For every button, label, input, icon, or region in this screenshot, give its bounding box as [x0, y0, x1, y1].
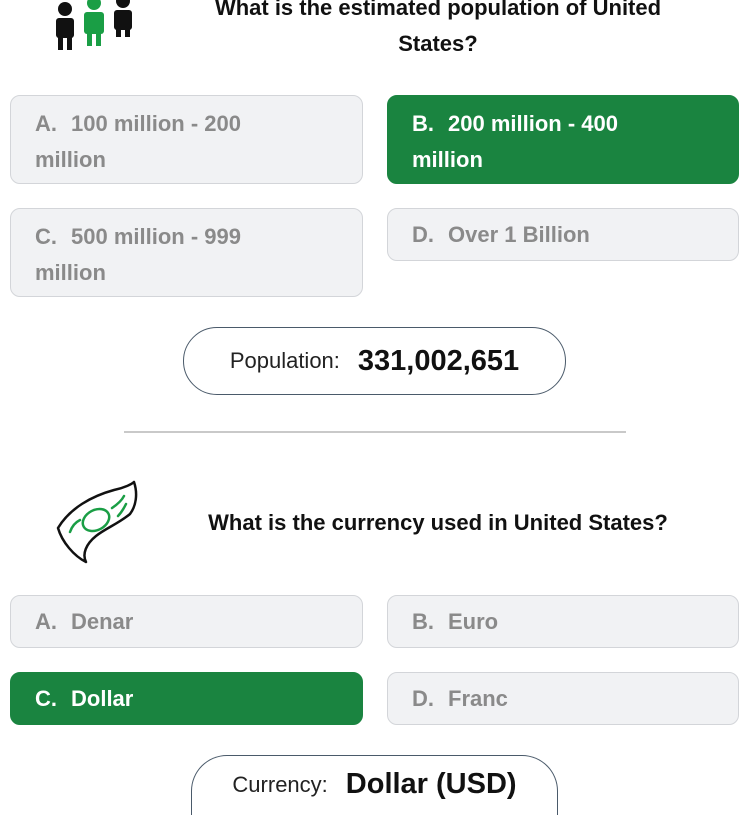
- section-divider: [124, 431, 626, 433]
- option-label-cont: million: [412, 147, 483, 172]
- people-icon: [48, 0, 140, 54]
- option-label: Dollar: [71, 686, 134, 711]
- option-letter: B.: [412, 609, 434, 634]
- question-1-title-line2: States?: [398, 31, 478, 56]
- currency-value: Dollar (USD): [345, 768, 517, 800]
- question-2-title: What is the currency used in United Stat…: [208, 510, 668, 535]
- option-label-cont: million: [35, 147, 106, 172]
- option-label: Over 1 Billion: [448, 222, 590, 247]
- q2-option-d[interactable]: D. Franc: [387, 672, 739, 725]
- option-letter: C.: [35, 224, 57, 249]
- q1-option-c[interactable]: C. 500 million - 999 million: [10, 208, 363, 297]
- population-value: 331,002,651: [357, 344, 520, 377]
- q2-option-b[interactable]: B. Euro: [387, 595, 739, 648]
- currency-label: Currency:: [232, 772, 328, 797]
- population-label: Population:: [229, 348, 340, 373]
- option-letter: A.: [35, 111, 57, 136]
- option-letter: B.: [412, 111, 434, 136]
- question-1-title: What is the estimated population of Unit…: [160, 0, 716, 62]
- banknote-icon: [52, 480, 142, 568]
- option-label: Franc: [448, 686, 508, 711]
- q2-option-a[interactable]: A. Denar: [10, 595, 363, 648]
- option-label: 100 million - 200: [71, 111, 241, 136]
- option-letter: D.: [412, 686, 434, 711]
- option-letter: A.: [35, 609, 57, 634]
- question-1-title-line1: What is the estimated population of Unit…: [214, 0, 662, 20]
- q1-option-d[interactable]: D. Over 1 Billion: [387, 208, 739, 261]
- option-label: 500 million - 999: [71, 224, 241, 249]
- option-label: 200 million - 400: [448, 111, 618, 136]
- option-letter: C.: [35, 686, 57, 711]
- q1-option-b[interactable]: B. 200 million - 400 million: [387, 95, 739, 184]
- q1-option-a[interactable]: A. 100 million - 200 million: [10, 95, 363, 184]
- option-label: Euro: [448, 609, 499, 634]
- q2-option-c[interactable]: C. Dollar: [10, 672, 363, 725]
- option-label-cont: million: [35, 260, 106, 285]
- population-answer-pill: Population: 331,002,651: [183, 327, 566, 395]
- option-letter: D.: [412, 222, 434, 247]
- currency-answer-pill: Currency: Dollar (USD): [191, 755, 558, 815]
- option-label: Denar: [71, 609, 134, 634]
